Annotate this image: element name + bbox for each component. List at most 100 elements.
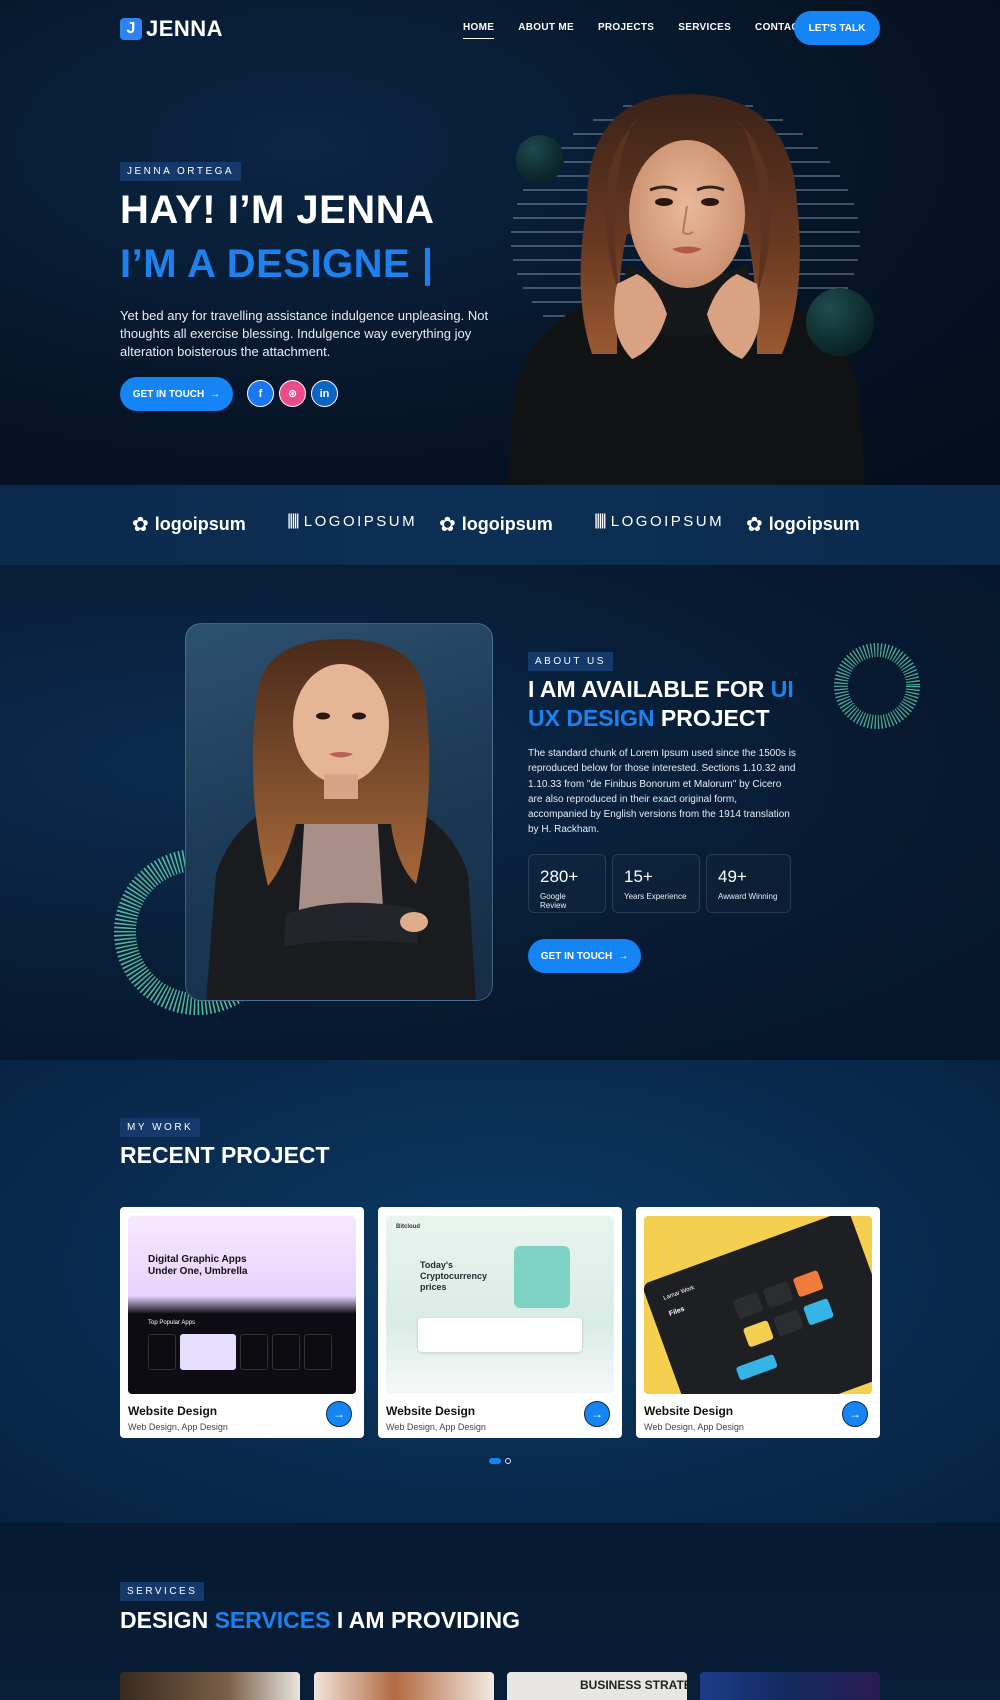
shot-dark-panel: Lamar Work Files [644, 1216, 872, 1394]
arrow-right-icon[interactable]: → [326, 1401, 352, 1427]
service-thumb-caption: BUSINESS STRATEG [580, 1678, 687, 1692]
shot-caption: Bitcloud [396, 1224, 420, 1230]
services-tag: SERVICES [120, 1582, 205, 1601]
pagination-dot-2[interactable] [505, 1458, 511, 1464]
services-title-part2: I AM PROVIDING [330, 1607, 521, 1633]
hero-subtitle: I’M A DESIGNE | [120, 242, 434, 286]
about-description: The standard chunk of Lorem Ipsum used s… [528, 748, 796, 836]
partner-logo-text: LOGOIPSUM [610, 512, 725, 530]
partner-logo-3: ✿ logoipsum [439, 512, 553, 537]
facebook-icon[interactable]: f [247, 380, 274, 407]
about-tag: ABOUT US [528, 652, 613, 671]
stat-awward-winning: 49+ Awward Winning [706, 854, 791, 913]
hero-description: Yet bed any for travelling assistance in… [120, 308, 489, 359]
nav-projects[interactable]: PROJECTS [598, 22, 654, 39]
hero-title: HAY! I’M JENNA [120, 188, 435, 232]
stat-years-experience: 15+ Years Experience [612, 854, 700, 913]
logoipsum-mark-icon: ✿ [746, 514, 763, 536]
arrow-right-icon: → [618, 950, 629, 962]
logo-text: JENNA [146, 16, 224, 41]
shot-caption: Lamar Work [662, 1285, 696, 1302]
projects-title: RECENT PROJECT [120, 1142, 330, 1168]
lets-talk-button[interactable]: LET'S TALK [794, 11, 880, 45]
stat-value: 49+ [718, 867, 747, 886]
nav-services[interactable]: SERVICES [678, 22, 731, 39]
about-title: I AM AVAILABLE FOR UI UX DESIGN PROJECT [528, 675, 808, 733]
project-subtitle: Web Design, App Design [128, 1422, 228, 1432]
about-get-in-touch-button[interactable]: GET IN TOUCH → [528, 939, 641, 973]
project-screenshot: Digital Graphic Apps Under One, Umbrella… [128, 1216, 356, 1394]
stat-google-review: 280+ Google Review [528, 854, 606, 913]
linkedin-icon[interactable]: in [311, 380, 338, 407]
arrow-right-icon: → [210, 388, 221, 400]
hero-tag: JENNA ORTEGA [120, 162, 242, 181]
service-thumbnail[interactable] [700, 1672, 880, 1700]
project-title: Website Design [128, 1404, 218, 1418]
hero-cta-label: GET IN TOUCH [132, 388, 205, 400]
services-title: DESIGN SERVICES I AM PROVIDING [120, 1607, 520, 1634]
social-links: f ⊛ in [247, 380, 338, 407]
stats-row: 280+ Google Review 15+ Years Experience … [528, 854, 791, 913]
project-card[interactable]: Bitcloud Today's Cryptocurrency prices W… [378, 1207, 622, 1438]
service-thumbnail[interactable] [120, 1672, 300, 1700]
decorative-ring-right [834, 643, 920, 729]
services-title-part1: DESIGN [120, 1607, 215, 1633]
project-screenshot: Lamar Work Files [644, 1216, 872, 1394]
shot-heading: Digital Graphic Apps Under One, Umbrella [148, 1254, 248, 1277]
nav-about-me[interactable]: ABOUT ME [518, 22, 574, 39]
partner-logo-text: logoipsum [154, 514, 246, 534]
hero-get-in-touch-button[interactable]: GET IN TOUCH → [120, 377, 233, 411]
partner-logo-4: ||||| LOGOIPSUM [594, 512, 724, 530]
project-screenshot: Bitcloud Today's Cryptocurrency prices [386, 1216, 614, 1394]
partner-logo-5: ✿ logoipsum [746, 512, 860, 537]
about-cta-label: GET IN TOUCH [540, 950, 613, 962]
services-title-highlight: SERVICES [214, 1607, 331, 1633]
partner-logo-1: ✿ logoipsum [132, 512, 246, 537]
partner-logo-text: logoipsum [461, 514, 553, 534]
about-title-part2: PROJECT [654, 705, 770, 731]
projects-tag: MY WORK [120, 1118, 201, 1137]
logo-mark-icon: J [120, 18, 142, 40]
stat-label: Years Experience [624, 892, 687, 901]
logoipsum-bars-icon: ||||| [594, 512, 607, 529]
site-header: J JENNA HOME ABOUT ME PROJECTS SERVICES … [0, 0, 1000, 56]
site-logo[interactable]: J JENNA [120, 16, 223, 42]
shot-illustration [514, 1246, 570, 1308]
project-subtitle: Web Design, App Design [386, 1422, 486, 1432]
arrow-right-icon[interactable]: → [584, 1401, 610, 1427]
about-title-part1: I AM AVAILABLE FOR [528, 676, 771, 702]
shot-price-panel [418, 1318, 582, 1352]
logoipsum-bars-icon: ||||| [287, 512, 300, 529]
shot-app-tiles [148, 1334, 332, 1370]
stat-value: 15+ [624, 867, 653, 886]
partner-logo-2: ||||| LOGOIPSUM [287, 512, 417, 530]
project-title: Website Design [644, 1404, 734, 1418]
shot-heading: Files [668, 1305, 686, 1318]
logoipsum-mark-icon: ✿ [132, 514, 149, 536]
project-subtitle: Web Design, App Design [644, 1422, 744, 1432]
partner-logo-text: logoipsum [768, 514, 860, 534]
arrow-right-icon[interactable]: → [842, 1401, 868, 1427]
shot-caption: Top Popular Apps [148, 1320, 196, 1326]
decorative-orb-bottom [806, 288, 874, 356]
stat-label: Google Review [540, 892, 567, 910]
logoipsum-mark-icon: ✿ [439, 514, 456, 536]
nav-home[interactable]: HOME [463, 22, 495, 39]
shot-heading: Today's Cryptocurrency prices [420, 1260, 488, 1292]
main-nav: HOME ABOUT ME PROJECTS SERVICES CONTACT [463, 22, 829, 39]
stat-label: Awward Winning [718, 892, 778, 901]
pagination-dot-1[interactable] [489, 1458, 501, 1464]
service-thumbnail[interactable]: BUSINESS STRATEG [507, 1672, 687, 1700]
carousel-pagination [489, 1458, 511, 1464]
stat-value: 280+ [540, 867, 579, 886]
page: J JENNA HOME ABOUT ME PROJECTS SERVICES … [0, 0, 1000, 1700]
partner-logo-text: LOGOIPSUM [303, 512, 418, 530]
hero-portrait-image [507, 94, 865, 485]
service-thumbnail[interactable] [314, 1672, 494, 1700]
project-card[interactable]: Digital Graphic Apps Under One, Umbrella… [120, 1207, 364, 1438]
about-portrait-image [185, 623, 493, 1001]
partner-logos-strip: ✿ logoipsum ||||| LOGOIPSUM ✿ logoipsum … [0, 485, 1000, 565]
dribbble-icon[interactable]: ⊛ [279, 380, 306, 407]
project-card[interactable]: Lamar Work Files Website Design Web Desi… [636, 1207, 880, 1438]
project-title: Website Design [386, 1404, 476, 1418]
